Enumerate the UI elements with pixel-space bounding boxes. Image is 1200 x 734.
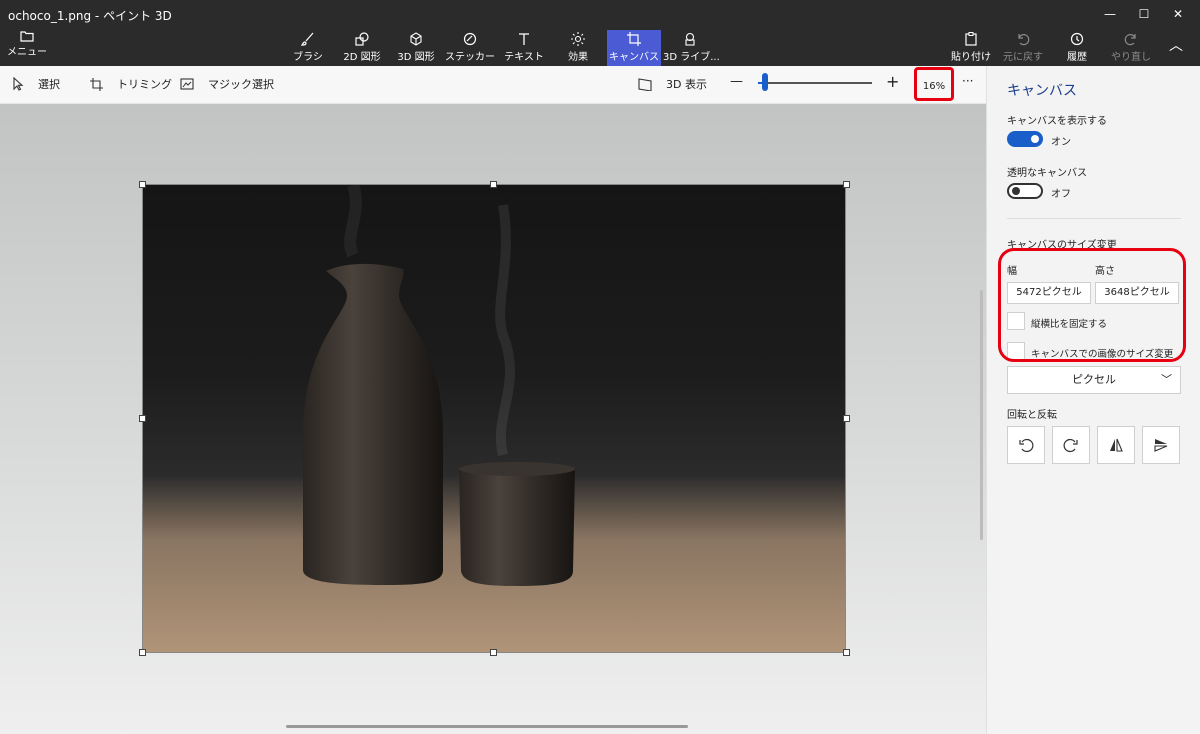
3d-view-icon — [638, 77, 652, 91]
transparent-canvas-toggle[interactable] — [1007, 183, 1043, 199]
undo-icon — [1018, 34, 1030, 46]
tool-label: テキスト — [504, 52, 544, 63]
chevron-down-icon: ﹀ — [1161, 373, 1172, 386]
2d-shapes-icon — [355, 32, 369, 46]
resize-handle[interactable] — [843, 181, 850, 188]
paste-button[interactable]: 貼り付け — [944, 30, 998, 66]
redo-button[interactable]: やり直し — [1104, 30, 1158, 66]
tool-label: 貼り付け — [951, 52, 991, 63]
vertical-scrollbar[interactable] — [980, 290, 983, 540]
rotate-right-icon — [1063, 438, 1078, 453]
show-canvas-toggle[interactable] — [1007, 131, 1043, 147]
resize-handle[interactable] — [490, 181, 497, 188]
magic-select-icon — [180, 78, 194, 90]
resize-handle[interactable] — [139, 181, 146, 188]
tool-label: ステッカー — [445, 52, 495, 63]
flip-vertical-icon — [1154, 439, 1168, 452]
tool-3d-library[interactable]: 3D ライブ... — [663, 30, 720, 66]
crop-button[interactable]: トリミング — [90, 76, 172, 92]
more-options-button[interactable]: ··· — [962, 74, 973, 88]
collapse-ribbon-icon[interactable]: ︿ — [1162, 36, 1190, 56]
tool-label: 効果 — [568, 52, 588, 63]
horizontal-scrollbar[interactable] — [286, 725, 688, 728]
tool-text[interactable]: テキスト — [497, 30, 551, 66]
select-label: 選択 — [38, 78, 60, 91]
tool-3d-shapes[interactable]: 3D 図形 — [389, 30, 443, 66]
canvas-icon — [627, 32, 641, 46]
folder-icon — [20, 31, 34, 42]
show-canvas-state: オン — [1051, 137, 1071, 148]
resize-handle[interactable] — [490, 649, 497, 656]
cursor-icon — [13, 77, 24, 91]
rotate-left-icon — [1019, 438, 1034, 453]
tool-label: やり直し — [1111, 52, 1151, 63]
zoom-percent[interactable]: 16% — [914, 67, 954, 101]
view-3d-button[interactable]: 3D 表示 — [638, 76, 707, 92]
brush-icon — [301, 32, 314, 46]
maximize-button[interactable]: ☐ — [1130, 4, 1158, 24]
crop-label: トリミング — [117, 78, 172, 91]
history-button[interactable]: 履歴 — [1050, 30, 1104, 66]
panel-title: キャンバス — [1007, 83, 1077, 99]
select-button[interactable]: 選択 — [12, 76, 60, 92]
zoom-in-button[interactable]: + — [886, 72, 899, 91]
resize-handle[interactable] — [843, 415, 850, 422]
tokkuri-and-cup-photo — [303, 185, 575, 586]
rotate-flip-label: 回転と反転 — [1007, 410, 1057, 421]
title-bar: ochoco_1.png - ペイント 3D — ☐ ✕ メニュー ブラシ 2D… — [0, 0, 1200, 66]
close-button[interactable]: ✕ — [1164, 4, 1192, 24]
tool-stickers[interactable]: ステッカー — [443, 30, 497, 66]
sun-icon — [571, 32, 585, 46]
flip-vertical-button[interactable] — [1142, 426, 1180, 464]
minimize-button[interactable]: — — [1096, 4, 1124, 24]
tool-brush[interactable]: ブラシ — [281, 30, 335, 66]
canvas-toolbar: 選択 トリミング マジック選択 3D 表示 — + ··· — [0, 66, 986, 104]
resize-handle[interactable] — [139, 415, 146, 422]
zoom-slider-track[interactable] — [758, 82, 872, 84]
flip-horizontal-button[interactable] — [1097, 426, 1135, 464]
transparent-canvas-label: 透明なキャンバス — [1007, 168, 1087, 179]
crop-icon — [90, 77, 103, 91]
flip-horizontal-icon — [1110, 438, 1123, 452]
magic-select-button[interactable]: マジック選択 — [180, 76, 274, 92]
menu-label: メニュー — [7, 47, 47, 58]
resize-handle[interactable] — [139, 649, 146, 656]
tool-label: キャンバス — [609, 52, 659, 63]
transparent-canvas-state: オフ — [1051, 189, 1071, 200]
rotate-right-button[interactable] — [1052, 426, 1090, 464]
tool-2d-shapes[interactable]: 2D 図形 — [335, 30, 389, 66]
magic-select-label: マジック選択 — [208, 78, 274, 91]
tool-effects[interactable]: 効果 — [551, 30, 605, 66]
unit-value: ピクセル — [1072, 373, 1116, 386]
sticker-icon — [463, 32, 477, 46]
show-canvas-label: キャンバスを表示する — [1007, 116, 1107, 127]
panel-divider — [1007, 218, 1181, 219]
unit-dropdown[interactable]: ピクセル ﹀ — [1007, 366, 1181, 394]
tool-label: ブラシ — [293, 52, 323, 63]
window-title: ochoco_1.png - ペイント 3D — [8, 9, 172, 23]
zoom-slider-thumb[interactable] — [762, 73, 768, 91]
highlight-annotation — [998, 248, 1186, 362]
redo-icon — [1124, 34, 1136, 46]
canvas-side-panel: キャンバス キャンバスを表示する オン 透明なキャンバス オフ キャンバスのサイ… — [986, 66, 1200, 734]
text-icon — [519, 33, 529, 45]
rotate-left-button[interactable] — [1007, 426, 1045, 464]
menu-button[interactable]: メニュー — [6, 30, 48, 62]
tool-label: 3D 図形 — [397, 52, 435, 63]
cube-icon — [410, 32, 422, 46]
history-icon — [1070, 32, 1084, 46]
tool-label: 元に戻す — [1003, 52, 1043, 63]
view-3d-label: 3D 表示 — [666, 78, 707, 91]
undo-button[interactable]: 元に戻す — [996, 30, 1050, 66]
tool-canvas[interactable]: キャンバス — [607, 30, 661, 66]
clipboard-icon — [965, 32, 977, 46]
3d-library-icon — [685, 32, 695, 46]
tool-label: 3D ライブ... — [663, 52, 720, 63]
canvas-image[interactable] — [142, 184, 846, 653]
zoom-out-button[interactable]: — — [730, 74, 743, 89]
tool-label: 2D 図形 — [343, 52, 381, 63]
resize-handle[interactable] — [843, 649, 850, 656]
tool-label: 履歴 — [1067, 52, 1087, 63]
